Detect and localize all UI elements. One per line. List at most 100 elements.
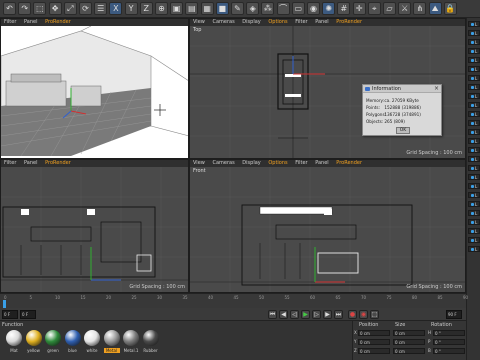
end-frame-field[interactable]: 90 F bbox=[446, 310, 462, 319]
rotate-icon[interactable]: ⟳ bbox=[79, 2, 92, 15]
sculpt-icon[interactable]: ⛰ bbox=[428, 2, 442, 15]
object-list-item[interactable]: L bbox=[468, 192, 480, 198]
menu-panel[interactable]: Panel bbox=[315, 160, 329, 166]
menu-panel[interactable]: Panel bbox=[24, 160, 38, 166]
object-list-item[interactable]: L bbox=[468, 39, 480, 45]
z-axis-icon[interactable]: Z bbox=[139, 2, 153, 15]
knife-icon[interactable]: ⚔ bbox=[398, 2, 412, 15]
menu-cameras[interactable]: Cameras bbox=[212, 160, 234, 166]
render-view-icon[interactable]: ▣ bbox=[170, 2, 184, 15]
object-list-item[interactable]: L bbox=[468, 21, 480, 27]
material-swatch[interactable] bbox=[123, 330, 139, 346]
next-frame-icon[interactable]: ▷ bbox=[312, 310, 321, 319]
object-list-item[interactable]: L bbox=[468, 156, 480, 162]
menu-prorender[interactable]: ProRender bbox=[336, 19, 362, 25]
menu-filter[interactable]: Filter bbox=[4, 160, 16, 166]
size-field[interactable]: 0 cm bbox=[393, 348, 425, 354]
bend-icon[interactable]: ⌒ bbox=[276, 2, 290, 15]
material-swatch[interactable] bbox=[6, 330, 22, 346]
lock-icon[interactable]: 🔒 bbox=[443, 2, 457, 15]
menu-view[interactable]: View bbox=[193, 160, 205, 166]
material-swatch[interactable] bbox=[45, 330, 61, 346]
object-list-item[interactable]: L bbox=[468, 138, 480, 144]
scale-icon[interactable]: ⤢ bbox=[63, 2, 77, 15]
menu-options[interactable]: Options bbox=[268, 160, 287, 166]
menu-prorender[interactable]: ProRender bbox=[45, 160, 71, 166]
move-icon[interactable]: ✥ bbox=[48, 2, 62, 15]
size-field[interactable]: 0 cm bbox=[393, 330, 425, 336]
workplane-icon[interactable]: ▱ bbox=[383, 2, 396, 15]
object-list-item[interactable]: L bbox=[468, 84, 480, 90]
menu-prorender[interactable]: ProRender bbox=[336, 160, 362, 166]
recent-icon[interactable]: ☰ bbox=[94, 2, 108, 15]
current-frame-field[interactable]: 0 F bbox=[2, 310, 18, 319]
x-axis-icon[interactable]: X bbox=[109, 2, 123, 15]
menu-prorender[interactable]: ProRender bbox=[45, 19, 71, 25]
menu-panel[interactable]: Panel bbox=[315, 19, 329, 25]
size-field[interactable]: 0 cm bbox=[393, 339, 425, 345]
position-field[interactable]: 0 cm bbox=[358, 339, 390, 345]
autokey-icon[interactable]: ◉ bbox=[359, 310, 368, 319]
previous-key-icon[interactable]: ◀ bbox=[279, 310, 288, 319]
object-list-item[interactable]: L bbox=[468, 201, 480, 207]
ok-button[interactable]: OK bbox=[396, 127, 410, 134]
object-list-item[interactable]: L bbox=[468, 75, 480, 81]
object-list-item[interactable]: L bbox=[468, 93, 480, 99]
start-frame-field[interactable]: 0 F bbox=[20, 310, 36, 319]
redo-icon[interactable]: ↷ bbox=[18, 2, 32, 15]
object-list-item[interactable]: L bbox=[468, 129, 480, 135]
right-viewport[interactable]: Filter Panel ProRender Grid Spacing : 10… bbox=[0, 159, 189, 293]
go-to-end-icon[interactable]: ⏭ bbox=[334, 310, 343, 319]
menu-cameras[interactable]: Cameras bbox=[212, 19, 234, 25]
material-swatch[interactable] bbox=[103, 330, 120, 346]
perspective-viewport[interactable]: Filter Panel ProRender bbox=[0, 18, 189, 159]
material-menu-function[interactable]: Function bbox=[2, 322, 23, 328]
play-icon[interactable]: ▶ bbox=[301, 310, 310, 319]
coordinate-system-icon[interactable]: ⊕ bbox=[155, 2, 168, 15]
object-list-item[interactable]: L bbox=[468, 174, 480, 180]
front-viewport[interactable]: View Cameras Display Options Filter Pane… bbox=[189, 159, 466, 293]
object-list-item[interactable]: L bbox=[468, 111, 480, 117]
position-field[interactable]: 0 cm bbox=[358, 330, 390, 336]
magnet-icon[interactable]: ⋔ bbox=[413, 2, 427, 15]
menu-display[interactable]: Display bbox=[242, 19, 260, 25]
y-axis-icon[interactable]: Y bbox=[124, 2, 138, 15]
go-to-start-icon[interactable]: ⏮ bbox=[268, 310, 277, 319]
menu-options[interactable]: Options bbox=[268, 19, 287, 25]
cube-icon[interactable]: ■ bbox=[215, 2, 229, 15]
object-list-item[interactable]: L bbox=[468, 165, 480, 171]
live-selection-icon[interactable]: ⬚ bbox=[33, 2, 47, 15]
light-icon[interactable]: ✺ bbox=[322, 2, 336, 15]
menu-panel[interactable]: Panel bbox=[24, 19, 38, 25]
material-swatch[interactable] bbox=[64, 330, 81, 346]
playhead[interactable] bbox=[3, 300, 6, 308]
axis-icon[interactable]: ✛ bbox=[352, 2, 366, 15]
camera-icon[interactable]: ◉ bbox=[307, 2, 320, 15]
object-list-item[interactable]: L bbox=[468, 120, 480, 126]
object-list-item[interactable]: L bbox=[468, 48, 480, 54]
object-list-item[interactable]: L bbox=[468, 219, 480, 225]
render-picture-viewer-icon[interactable]: ▤ bbox=[185, 2, 199, 15]
object-list-item[interactable]: L bbox=[468, 57, 480, 63]
next-key-icon[interactable]: ▶ bbox=[323, 310, 332, 319]
material-swatch[interactable] bbox=[84, 330, 100, 346]
previous-frame-icon[interactable]: ◁ bbox=[290, 310, 299, 319]
rotation-field[interactable]: 0 ° bbox=[433, 330, 465, 336]
timeline-ruler[interactable]: 0 5 10 15 20 25 30 35 40 45 50 55 60 65 70 75 80 85 90 bbox=[0, 293, 468, 308]
grid-icon[interactable]: # bbox=[337, 2, 351, 15]
object-list-item[interactable]: L bbox=[468, 147, 480, 153]
object-list-item[interactable]: L bbox=[468, 237, 480, 243]
object-list-item[interactable]: L bbox=[468, 183, 480, 189]
menu-filter[interactable]: Filter bbox=[295, 160, 307, 166]
snap-icon[interactable]: ⌖ bbox=[367, 2, 381, 15]
edit-render-settings-icon[interactable]: ▦ bbox=[200, 2, 214, 15]
material-swatch[interactable] bbox=[25, 330, 42, 346]
position-field[interactable]: 0 cm bbox=[358, 348, 390, 354]
undo-icon[interactable]: ↶ bbox=[3, 2, 16, 15]
subdivision-icon[interactable]: ◈ bbox=[246, 2, 260, 15]
object-list-item[interactable]: L bbox=[468, 102, 480, 108]
object-list-item[interactable]: L bbox=[468, 30, 480, 36]
object-list-item[interactable]: L bbox=[468, 228, 480, 234]
menu-filter[interactable]: Filter bbox=[295, 19, 307, 25]
array-icon[interactable]: ⁂ bbox=[261, 2, 275, 15]
